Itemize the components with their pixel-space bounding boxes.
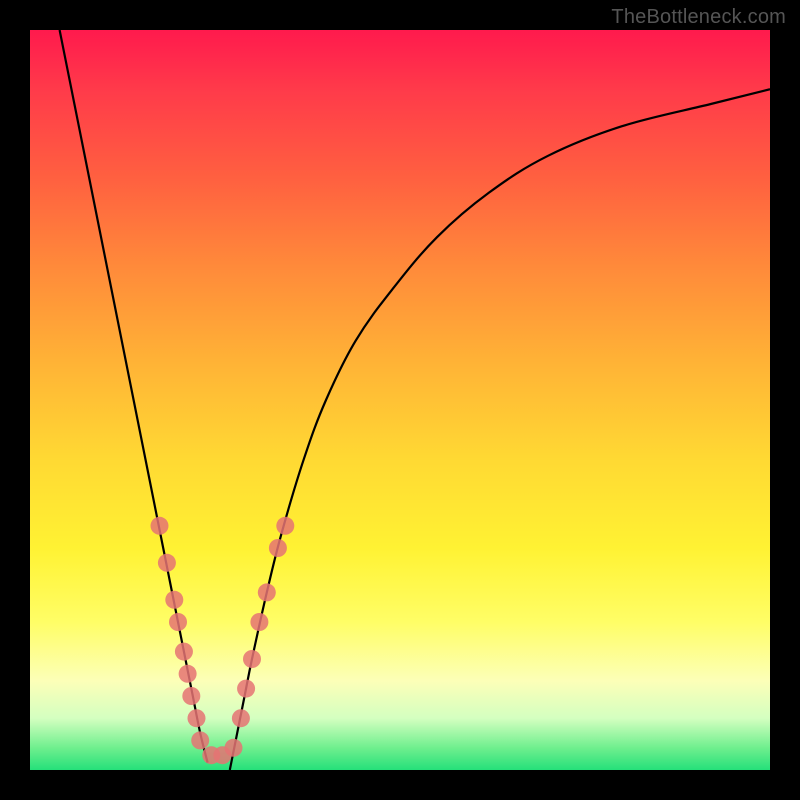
datapoint-marker [151,517,169,535]
datapoint-marker [158,554,176,572]
datapoint-marker [182,687,200,705]
watermark-text: TheBottleneck.com [611,6,786,29]
datapoint-marker [188,709,206,727]
curve-group [60,30,770,770]
datapoint-marker [179,665,197,683]
datapoint-marker [269,539,287,557]
datapoint-marker [225,739,243,757]
datapoint-marker [250,613,268,631]
datapoint-marker [232,709,250,727]
datapoint-marker [243,650,261,668]
chart-svg [30,30,770,770]
datapoint-marker [175,643,193,661]
curve-right-branch [230,89,770,770]
datapoint-marker [276,517,294,535]
datapoint-marker [237,680,255,698]
datapoint-marker [169,613,187,631]
datapoint-marker [258,583,276,601]
datapoint-marker [165,591,183,609]
marker-group [151,517,295,764]
datapoint-marker [191,731,209,749]
chart-plot-area [30,30,770,770]
